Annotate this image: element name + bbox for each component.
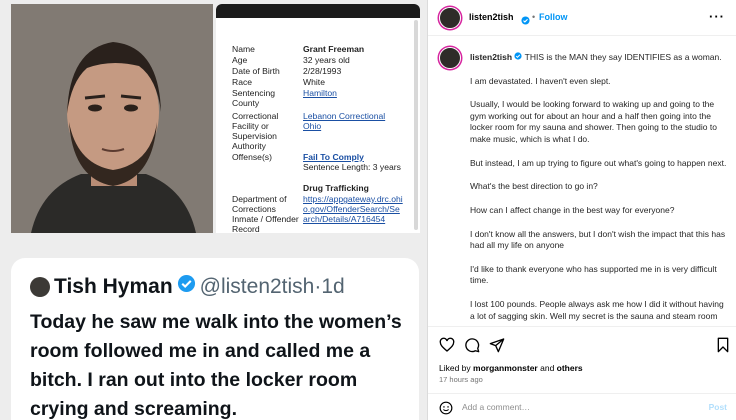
record-row-age: Age 32 years old bbox=[232, 55, 403, 65]
tweet-handle: @listen2tish bbox=[199, 274, 315, 298]
comments-area[interactable]: listen2tish THIS is the MAN they say IDE… bbox=[428, 37, 736, 323]
more-options-icon[interactable]: ··· bbox=[709, 9, 725, 24]
likes-and: and bbox=[537, 363, 557, 373]
caption-avatar[interactable] bbox=[439, 47, 461, 69]
record-label: Department of Corrections Inmate / Offen… bbox=[232, 194, 299, 233]
caption-paragraph: I don't know all the answers, but I don'… bbox=[470, 228, 726, 251]
record-label: Date of Birth bbox=[232, 66, 280, 76]
record-label: Sentencing County bbox=[232, 88, 276, 108]
record-row-offense: Offense(s) Fail To Comply bbox=[232, 152, 403, 162]
record-row-county: Sentencing County Hamilton bbox=[232, 88, 403, 108]
sentence-length: Sentence Length: 3 years bbox=[303, 162, 401, 172]
avatar[interactable] bbox=[439, 7, 461, 29]
instagram-panel: listen2tish • Follow ··· listen2tish THI… bbox=[427, 0, 736, 420]
facility-link[interactable]: Lebanon Correctional Ohio bbox=[303, 111, 403, 151]
record-row-name: Name Grant Freeman bbox=[232, 44, 403, 54]
record-row-facility: Correctional Facility or Supervision Aut… bbox=[232, 111, 403, 151]
record-label: Offense(s) bbox=[232, 152, 272, 162]
share-icon[interactable] bbox=[489, 337, 505, 353]
post-caption: listen2tish THIS is the MAN they say IDE… bbox=[470, 52, 728, 323]
post-timestamp[interactable]: 17 hours ago bbox=[439, 375, 483, 384]
post-actions: Liked by morganmonster and others 17 hou… bbox=[428, 326, 736, 420]
likes-prefix: Liked by bbox=[439, 363, 474, 373]
record-row-offense2: Drug Trafficking bbox=[232, 183, 403, 193]
mugshot-illustration bbox=[11, 4, 213, 233]
tweet-card: Tish Hyman @listen2tish · 1d Today he sa… bbox=[11, 258, 419, 420]
caption-paragraph: I lost 100 pounds. People always ask me … bbox=[470, 299, 724, 323]
post-comment-button[interactable]: Post bbox=[709, 402, 727, 412]
caption-paragraph: Usually, I would be looking forward to w… bbox=[470, 99, 717, 144]
record-row-sentence: Sentence Length: 3 years bbox=[232, 162, 403, 172]
tweet-header: Tish Hyman @listen2tish · 1d bbox=[30, 274, 345, 299]
verified-badge-icon bbox=[177, 274, 196, 299]
record-value: Grant Freeman bbox=[303, 44, 365, 54]
record-label: Race bbox=[232, 77, 253, 87]
record-label: Correctional Facility or Supervision Aut… bbox=[232, 111, 279, 151]
verified-badge-icon bbox=[514, 52, 523, 62]
inmate-record-card: Name Grant Freeman Age 32 years old Date… bbox=[216, 4, 420, 233]
header-dot: • bbox=[532, 12, 536, 22]
record-value: White bbox=[303, 77, 325, 87]
verified-badge-icon bbox=[521, 12, 530, 30]
mugshot-photo bbox=[11, 4, 213, 233]
record-value: 2/28/1993 bbox=[303, 66, 342, 76]
header-username[interactable]: listen2tish bbox=[469, 12, 514, 22]
record-row-dob: Date of Birth 2/28/1993 bbox=[232, 66, 403, 76]
avatar bbox=[30, 276, 50, 297]
comment-bar: Add a comment… Post bbox=[428, 393, 736, 420]
heart-icon[interactable] bbox=[439, 337, 455, 353]
emoji-icon[interactable] bbox=[439, 401, 453, 420]
tweet-separator: · bbox=[314, 274, 322, 298]
county-link[interactable]: Hamilton bbox=[303, 88, 403, 108]
tweet-text: Today he saw me walk into the women’s ro… bbox=[30, 311, 402, 420]
comment-input[interactable]: Add a comment… bbox=[462, 402, 530, 412]
offense-link[interactable]: Fail To Comply bbox=[303, 152, 403, 162]
tweet-author-name: Tish Hyman bbox=[54, 274, 173, 298]
tweet-age: 1d bbox=[321, 274, 345, 298]
offense-2: Drug Trafficking bbox=[303, 183, 369, 193]
record-row-race: Race White bbox=[232, 77, 403, 87]
caption-first-line: THIS is the MAN they say IDENTIFIES as a… bbox=[524, 52, 722, 62]
comment-icon[interactable] bbox=[464, 337, 480, 353]
caption-paragraph: How can I affect change in the best way … bbox=[470, 204, 675, 215]
caption-paragraph: I am devastated. I haven't even slept. bbox=[470, 75, 611, 86]
record-row-dept: Department of Corrections Inmate / Offen… bbox=[232, 194, 403, 233]
caption-paragraph: What's the best direction to go in? bbox=[470, 181, 598, 192]
record-scrollbar[interactable] bbox=[414, 20, 418, 230]
caption-username[interactable]: listen2tish bbox=[470, 52, 512, 62]
bookmark-icon[interactable] bbox=[715, 337, 731, 353]
post-header: listen2tish • Follow ··· bbox=[428, 0, 736, 36]
record-label: Name bbox=[232, 44, 255, 54]
likes-summary: Liked by morganmonster and others bbox=[439, 363, 583, 373]
post-media: Name Grant Freeman Age 32 years old Date… bbox=[0, 0, 427, 420]
likes-user[interactable]: morganmonster bbox=[473, 363, 538, 373]
caption-paragraph: But instead, I am up trying to figure ou… bbox=[470, 157, 727, 168]
record-value: 32 years old bbox=[303, 55, 350, 65]
likes-others[interactable]: others bbox=[557, 363, 583, 373]
follow-button[interactable]: Follow bbox=[539, 12, 568, 22]
offender-record-link[interactable]: https://appgateway.drc.ohio.gov/Offender… bbox=[303, 194, 403, 233]
caption-paragraph: I'd like to thank everyone who has suppo… bbox=[470, 263, 717, 286]
record-label: Age bbox=[232, 55, 248, 65]
